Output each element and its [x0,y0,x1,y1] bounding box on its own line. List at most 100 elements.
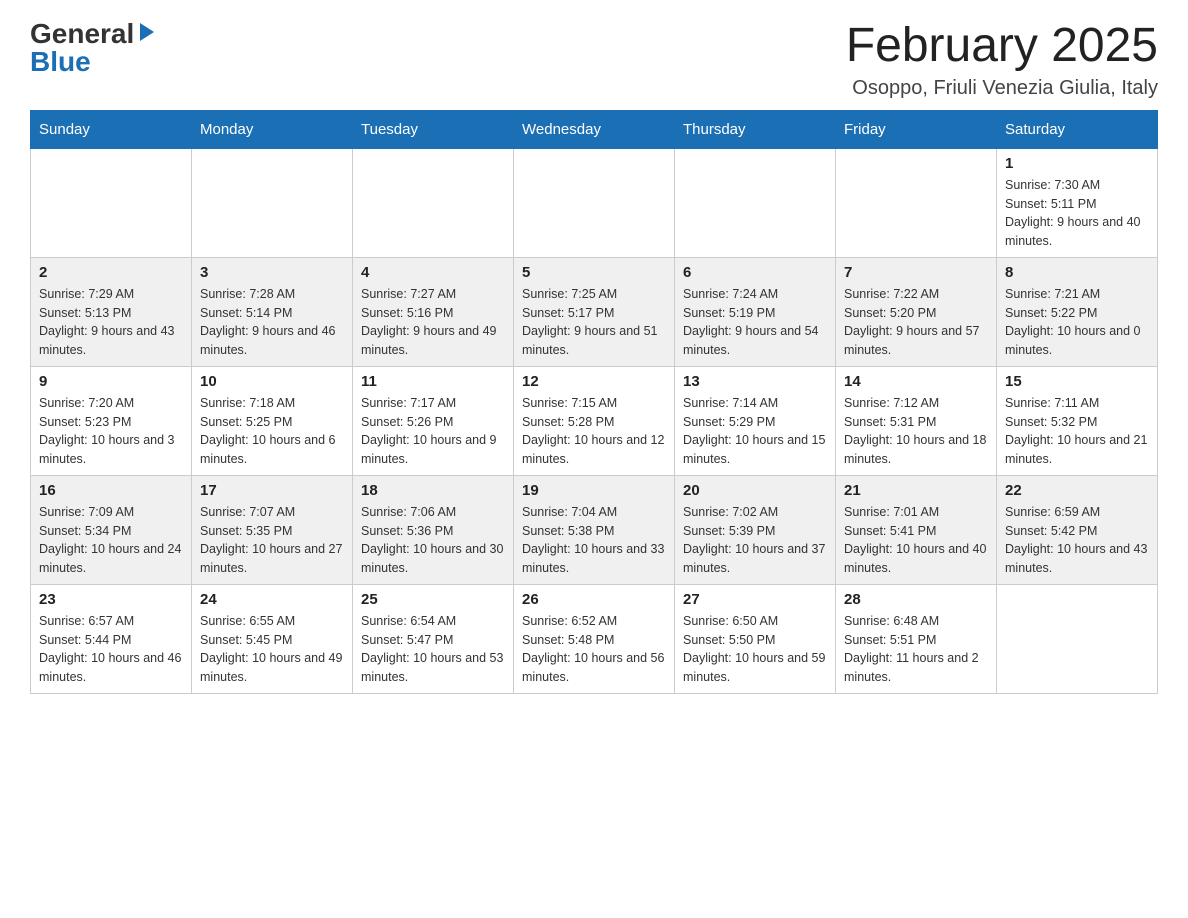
day-info: Sunrise: 7:11 AMSunset: 5:32 PMDaylight:… [1005,394,1149,469]
header-wednesday: Wednesday [514,110,675,148]
day-cell: 24 Sunrise: 6:55 AMSunset: 5:45 PMDayligh… [192,584,353,693]
day-number: 18 [361,482,505,499]
day-cell: 21 Sunrise: 7:01 AMSunset: 5:41 PMDayligh… [836,475,997,584]
day-cell: 22Sunrise: 6:59 AMSunset: 5:42 PMDayligh… [997,475,1158,584]
day-cell: 6 Sunrise: 7:24 AMSunset: 5:19 PMDaylight… [675,257,836,366]
day-cell: 26Sunrise: 6:52 AMSunset: 5:48 PMDayligh… [514,584,675,693]
day-number: 28 [844,591,988,608]
day-number: 21 [844,482,988,499]
day-number: 2 [39,264,183,281]
week-row-2: 2 Sunrise: 7:29 AMSunset: 5:13 PMDaylight… [31,257,1158,366]
day-cell: 15 Sunrise: 7:11 AMSunset: 5:32 PMDayligh… [997,366,1158,475]
day-cell [353,148,514,257]
calendar-table: SundayMondayTuesdayWednesdayThursdayFrid… [30,110,1158,694]
day-info: Sunrise: 7:17 AMSunset: 5:26 PMDaylight:… [361,394,505,469]
day-cell: 3 Sunrise: 7:28 AMSunset: 5:14 PMDaylight… [192,257,353,366]
header-sunday: Sunday [31,110,192,148]
day-cell: 10 Sunrise: 7:18 AMSunset: 5:25 PMDayligh… [192,366,353,475]
week-row-4: 16Sunrise: 7:09 AMSunset: 5:34 PMDayligh… [31,475,1158,584]
day-cell: 14 Sunrise: 7:12 AMSunset: 5:31 PMDayligh… [836,366,997,475]
day-number: 17 [200,482,344,499]
day-info: Sunrise: 7:15 AMSunset: 5:28 PMDaylight:… [522,394,666,469]
day-cell: 12 Sunrise: 7:15 AMSunset: 5:28 PMDayligh… [514,366,675,475]
day-number: 3 [200,264,344,281]
day-info: Sunrise: 7:28 AMSunset: 5:14 PMDaylight:… [200,285,344,360]
day-cell: 5 Sunrise: 7:25 AMSunset: 5:17 PMDaylight… [514,257,675,366]
day-number: 9 [39,373,183,390]
day-number: 20 [683,482,827,499]
day-info: Sunrise: 6:50 AMSunset: 5:50 PMDaylight:… [683,612,827,687]
calendar-subtitle: Osoppo, Friuli Venezia Giulia, Italy [846,77,1158,100]
day-info: Sunrise: 7:09 AMSunset: 5:34 PMDaylight:… [39,503,183,578]
day-cell: 18Sunrise: 7:06 AMSunset: 5:36 PMDayligh… [353,475,514,584]
day-cell [997,584,1158,693]
logo: General Blue [30,20,158,76]
day-number: 15 [1005,373,1149,390]
day-cell: 2 Sunrise: 7:29 AMSunset: 5:13 PMDaylight… [31,257,192,366]
day-number: 25 [361,591,505,608]
day-cell: 17 Sunrise: 7:07 AMSunset: 5:35 PMDayligh… [192,475,353,584]
day-info: Sunrise: 6:57 AMSunset: 5:44 PMDaylight:… [39,612,183,687]
day-cell: 16Sunrise: 7:09 AMSunset: 5:34 PMDayligh… [31,475,192,584]
day-info: Sunrise: 7:24 AMSunset: 5:19 PMDaylight:… [683,285,827,360]
day-info: Sunrise: 6:54 AMSunset: 5:47 PMDaylight:… [361,612,505,687]
title-section: February 2025 Osoppo, Friuli Venezia Giu… [846,20,1158,100]
day-number: 5 [522,264,666,281]
day-cell: 9 Sunrise: 7:20 AMSunset: 5:23 PMDaylight… [31,366,192,475]
day-info: Sunrise: 7:12 AMSunset: 5:31 PMDaylight:… [844,394,988,469]
day-number: 12 [522,373,666,390]
day-number: 14 [844,373,988,390]
header-monday: Monday [192,110,353,148]
page-header: General Blue February 2025 Osoppo, Friul… [30,20,1158,100]
logo-blue-text: Blue [30,48,91,76]
day-info: Sunrise: 7:18 AMSunset: 5:25 PMDaylight:… [200,394,344,469]
logo-arrow-icon [136,21,158,43]
day-number: 19 [522,482,666,499]
day-info: Sunrise: 7:25 AMSunset: 5:17 PMDaylight:… [522,285,666,360]
day-cell: 19Sunrise: 7:04 AMSunset: 5:38 PMDayligh… [514,475,675,584]
day-cell: 23Sunrise: 6:57 AMSunset: 5:44 PMDayligh… [31,584,192,693]
header-tuesday: Tuesday [353,110,514,148]
day-cell: 8 Sunrise: 7:21 AMSunset: 5:22 PMDaylight… [997,257,1158,366]
header-thursday: Thursday [675,110,836,148]
header-saturday: Saturday [997,110,1158,148]
day-number: 6 [683,264,827,281]
day-info: Sunrise: 7:20 AMSunset: 5:23 PMDaylight:… [39,394,183,469]
day-info: Sunrise: 6:48 AMSunset: 5:51 PMDaylight:… [844,612,988,687]
day-info: Sunrise: 7:01 AMSunset: 5:41 PMDaylight:… [844,503,988,578]
day-number: 8 [1005,264,1149,281]
calendar-body: 1 Sunrise: 7:30 AMSunset: 5:11 PMDaylight… [31,148,1158,693]
logo-general-text: General [30,20,134,48]
day-number: 1 [1005,155,1149,172]
day-info: Sunrise: 7:21 AMSunset: 5:22 PMDaylight:… [1005,285,1149,360]
day-info: Sunrise: 7:30 AMSunset: 5:11 PMDaylight:… [1005,176,1149,251]
day-info: Sunrise: 6:52 AMSunset: 5:48 PMDaylight:… [522,612,666,687]
day-info: Sunrise: 7:27 AMSunset: 5:16 PMDaylight:… [361,285,505,360]
day-number: 24 [200,591,344,608]
day-cell: 4 Sunrise: 7:27 AMSunset: 5:16 PMDaylight… [353,257,514,366]
day-cell: 28 Sunrise: 6:48 AMSunset: 5:51 PMDayligh… [836,584,997,693]
day-number: 27 [683,591,827,608]
day-cell: 20Sunrise: 7:02 AMSunset: 5:39 PMDayligh… [675,475,836,584]
day-cell: 11 Sunrise: 7:17 AMSunset: 5:26 PMDayligh… [353,366,514,475]
day-number: 4 [361,264,505,281]
calendar-header: SundayMondayTuesdayWednesdayThursdayFrid… [31,110,1158,148]
day-info: Sunrise: 6:55 AMSunset: 5:45 PMDaylight:… [200,612,344,687]
day-info: Sunrise: 7:14 AMSunset: 5:29 PMDaylight:… [683,394,827,469]
day-info: Sunrise: 7:07 AMSunset: 5:35 PMDaylight:… [200,503,344,578]
day-info: Sunrise: 7:29 AMSunset: 5:13 PMDaylight:… [39,285,183,360]
day-cell: 13 Sunrise: 7:14 AMSunset: 5:29 PMDayligh… [675,366,836,475]
day-cell: 7 Sunrise: 7:22 AMSunset: 5:20 PMDaylight… [836,257,997,366]
day-info: Sunrise: 7:22 AMSunset: 5:20 PMDaylight:… [844,285,988,360]
week-row-1: 1 Sunrise: 7:30 AMSunset: 5:11 PMDaylight… [31,148,1158,257]
header-friday: Friday [836,110,997,148]
day-number: 7 [844,264,988,281]
day-number: 22 [1005,482,1149,499]
day-cell [31,148,192,257]
header-row: SundayMondayTuesdayWednesdayThursdayFrid… [31,110,1158,148]
week-row-3: 9 Sunrise: 7:20 AMSunset: 5:23 PMDaylight… [31,366,1158,475]
week-row-5: 23Sunrise: 6:57 AMSunset: 5:44 PMDayligh… [31,584,1158,693]
day-number: 10 [200,373,344,390]
day-number: 11 [361,373,505,390]
day-number: 13 [683,373,827,390]
